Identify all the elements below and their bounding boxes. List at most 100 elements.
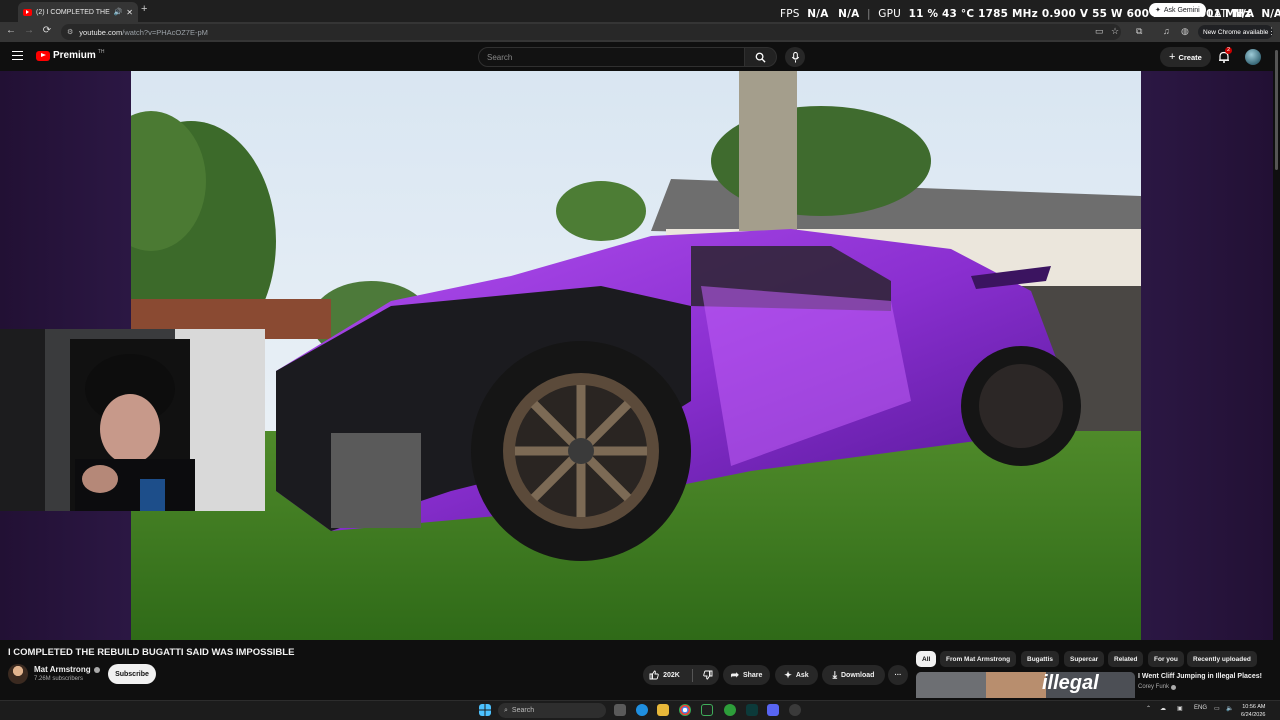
channel-name[interactable]: Mat Armstrong <box>34 665 100 674</box>
more-actions-button[interactable]: ··· <box>888 665 908 685</box>
video-player[interactable] <box>0 71 1273 640</box>
windows-icon[interactable] <box>479 704 491 716</box>
star-icon[interactable]: ☆ <box>1111 26 1119 37</box>
account-avatar[interactable] <box>1245 49 1261 65</box>
terminal-icon[interactable] <box>701 704 713 716</box>
youtube-logo[interactable]: Premium TH <box>36 48 105 61</box>
new-chrome-available-button[interactable]: New Chrome available <box>1198 25 1274 39</box>
search-icon <box>755 52 766 63</box>
chip-all[interactable]: All <box>916 651 937 667</box>
language-indicator[interactable]: ENG <box>1194 705 1207 711</box>
lat-value-2: N/A <box>1261 8 1280 20</box>
like-dislike-group: 202K <box>643 665 719 685</box>
browser-tab[interactable]: (2) I COMPLETED THE REBUI 🔊 ✕ <box>18 2 138 22</box>
youtube-header: Premium TH Search + Create 2 <box>0 42 1280 72</box>
recommendation-title[interactable]: I Went Cliff Jumping in Illegal Places! <box>1138 673 1262 680</box>
back-icon[interactable]: ← <box>4 25 18 36</box>
taskbar-search-placeholder: Search <box>511 707 535 714</box>
task-view-icon[interactable] <box>614 704 626 716</box>
settings-icon[interactable] <box>789 704 801 716</box>
chip-for-you[interactable]: For you <box>1148 651 1184 667</box>
ask-button[interactable]: ✦ Ask <box>775 665 818 685</box>
forward-icon[interactable]: → <box>22 25 36 36</box>
app-tray-icon[interactable]: ▣ <box>1177 705 1183 712</box>
reload-icon[interactable]: ⟳ <box>40 25 54 36</box>
sparkle-icon: ✦ <box>1155 7 1161 14</box>
xbox-icon[interactable] <box>724 704 736 716</box>
thumbnail-text: illegal <box>1042 672 1099 694</box>
verified-icon <box>93 666 100 673</box>
share-label: Share <box>742 671 763 679</box>
discord-icon[interactable] <box>767 704 779 716</box>
dislike-icon[interactable] <box>703 670 713 680</box>
latency-overlay: LAT N/A N/A <box>1208 8 1280 20</box>
edge-icon[interactable] <box>636 704 648 716</box>
chip-recently-uploaded[interactable]: Recently uploaded <box>1187 651 1257 667</box>
search-input[interactable]: Search <box>478 47 745 67</box>
download-label: Download <box>840 671 875 679</box>
download-button[interactable]: ⤓ Download <box>822 665 885 685</box>
fps-label: FPS <box>780 8 800 20</box>
volume-icon[interactable]: 🔈 <box>1226 705 1233 712</box>
fps-value-1: N/A <box>807 8 829 20</box>
video-title: I COMPLETED THE REBUILD BUGATTI SAID WAS… <box>8 647 295 658</box>
media-icon[interactable]: ♫ <box>1163 26 1170 36</box>
tab-title: (2) I COMPLETED THE REBUI <box>36 8 110 16</box>
download-icon: ⤓ <box>832 669 837 681</box>
lat-value-1: N/A <box>1233 8 1254 20</box>
site-info-icon[interactable]: ⚙ <box>67 28 73 36</box>
gpu-label: GPU <box>878 8 902 20</box>
search-button[interactable] <box>745 47 777 67</box>
like-icon[interactable] <box>649 670 659 680</box>
ask-sparkle-icon: ✦ <box>784 669 792 680</box>
chip-from-channel[interactable]: From Mat Armstrong <box>940 651 1017 667</box>
channel-name-text: Mat Armstrong <box>34 665 91 674</box>
new-tab-button[interactable]: + <box>141 3 147 15</box>
url-path: /watch?v=PHAcOZ7E-pM <box>122 27 208 37</box>
recommendation-thumbnail[interactable]: illegal <box>916 672 1135 698</box>
subscribe-button[interactable]: Subscribe <box>108 664 156 684</box>
speaker-icon[interactable]: 🔊 <box>114 8 123 16</box>
notification-badge: 2 <box>1225 47 1233 54</box>
extensions-icon[interactable]: ⧉ <box>1136 26 1142 37</box>
subscriber-count: 7.26M subscribers <box>34 676 84 682</box>
create-button[interactable]: + Create <box>1160 47 1211 67</box>
logo-region: TH <box>97 48 105 55</box>
recommendation-channel[interactable]: Corey Funk <box>1138 684 1177 690</box>
share-button[interactable]: ➦ Share <box>723 665 770 685</box>
chevron-up-icon[interactable]: ⌃ <box>1146 705 1151 712</box>
share-icon: ➦ <box>730 669 739 681</box>
plus-icon: + <box>1169 51 1176 63</box>
taskbar-search-input[interactable]: ⌕ Search <box>498 703 606 718</box>
like-count[interactable]: 202K <box>663 672 680 679</box>
app-icon[interactable] <box>746 704 758 716</box>
menu-icon[interactable] <box>12 51 23 60</box>
chip-bugattis[interactable]: Bugattis <box>1021 651 1059 667</box>
profile-icon[interactable]: ◍ <box>1181 26 1189 37</box>
cloud-icon[interactable]: ☁ <box>1160 705 1166 712</box>
network-icon[interactable]: ▭ <box>1214 705 1220 712</box>
chip-supercar[interactable]: Supercar <box>1064 651 1105 667</box>
address-bar[interactable]: ⚙ youtube.com/watch?v=PHAcOZ7E-pM <box>61 24 1121 40</box>
channel-avatar[interactable] <box>8 664 28 684</box>
chip-related[interactable]: Related <box>1108 651 1144 667</box>
voice-search-button[interactable] <box>785 47 805 67</box>
ask-label: Ask <box>795 671 809 679</box>
windows-taskbar: ⌕ Search ⌃ ☁ ▣ ENG ▭ 🔈 10:56 AM 6/24/202… <box>0 700 1280 720</box>
chrome-icon[interactable] <box>679 704 691 716</box>
ask-gemini-button[interactable]: ✦ Ask Gemini <box>1149 3 1206 17</box>
scrollbar-thumb[interactable] <box>1275 50 1278 170</box>
search-icon: ⌕ <box>504 706 508 714</box>
close-tab-icon[interactable]: ✕ <box>126 8 133 17</box>
ask-gemini-label: Ask Gemini <box>1163 6 1200 14</box>
file-explorer-icon[interactable] <box>657 704 669 716</box>
browser-tab-strip: (2) I COMPLETED THE REBUI 🔊 ✕ + FPS N/A … <box>0 0 1280 22</box>
lat-label: LAT <box>1208 8 1227 20</box>
fps-value-2: N/A <box>838 8 860 20</box>
cast-icon[interactable]: ▭ <box>1095 26 1104 37</box>
taskbar-clock[interactable]: 10:56 AM 6/24/2026 <box>1241 703 1265 719</box>
clock-time: 10:56 AM <box>1242 704 1266 710</box>
chrome-menu-icon[interactable]: ⋮ <box>1267 26 1276 37</box>
logo-text: Premium <box>53 50 96 61</box>
video-frame[interactable] <box>131 71 1141 640</box>
